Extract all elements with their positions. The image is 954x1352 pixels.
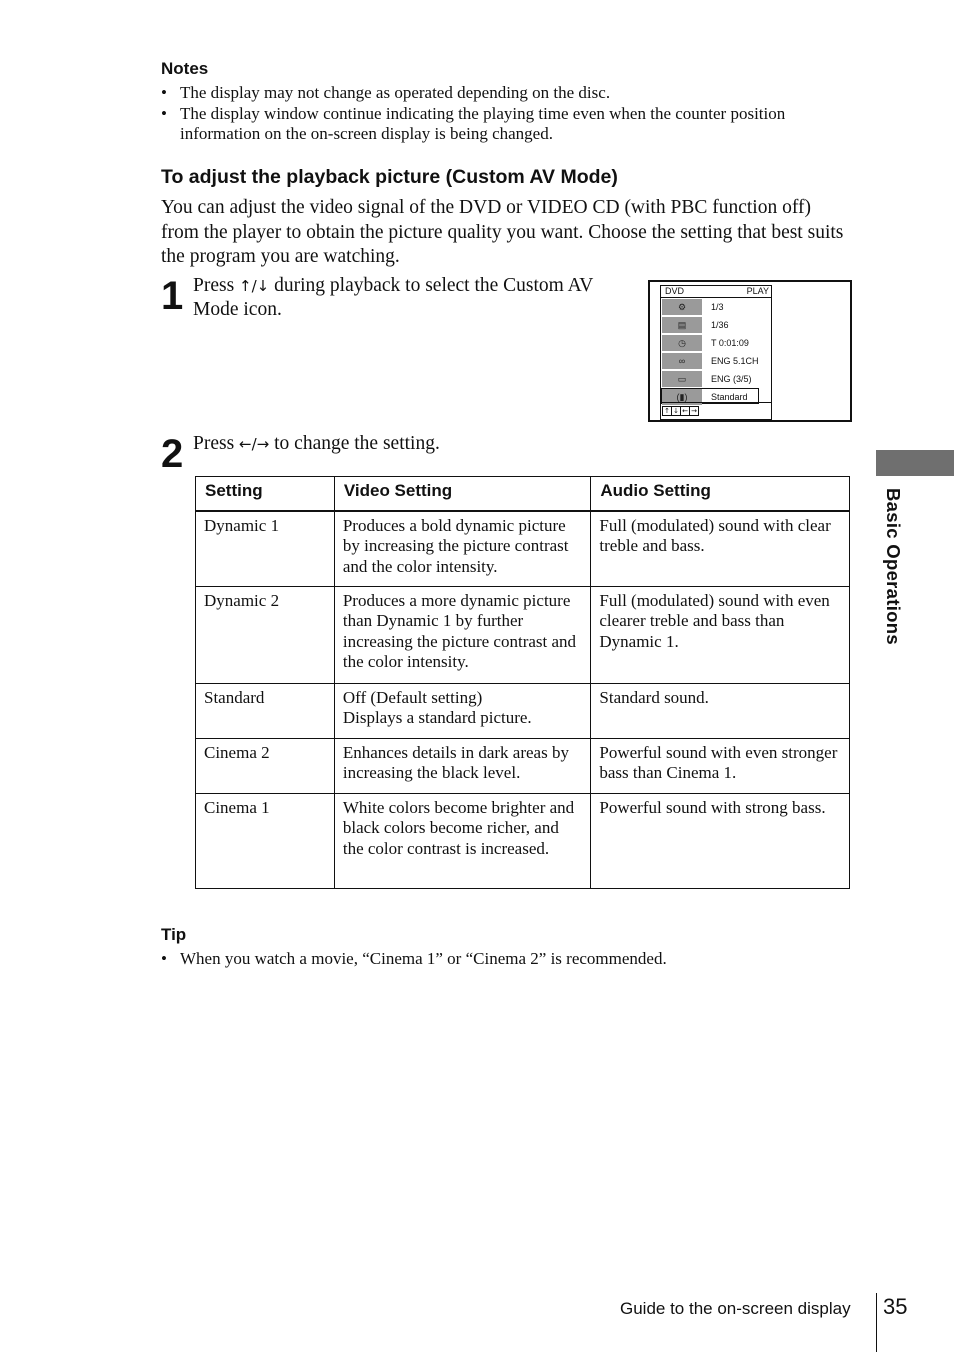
table-row: Cinema 2 Enhances details in dark areas … <box>195 737 850 794</box>
video-cell: Enhances details in dark areas by increa… <box>333 737 592 794</box>
osd-header: DVD PLAY <box>661 286 771 298</box>
left-right-arrow-icon: ←/→ <box>239 435 270 453</box>
up-arrow-icon: ↑ <box>663 407 672 415</box>
video-cell: Produces a bold dynamic picture by incre… <box>333 510 592 587</box>
osd-value: ENG 5.1CH <box>711 356 759 366</box>
chapter-tab-marker <box>876 450 954 476</box>
notes-heading: Notes <box>161 59 209 78</box>
bullet-icon: • <box>161 83 167 102</box>
title-icon: ⚙ <box>662 299 702 315</box>
subtitle-icon: ▭ <box>662 371 702 387</box>
step-text-after: to change the setting. <box>269 433 440 454</box>
left-arrow-icon: ← <box>681 407 690 415</box>
audio-cell: Full (modulated) sound with clear treble… <box>590 510 850 587</box>
audio-cell: Powerful sound with strong bass. <box>590 792 850 889</box>
tip-list: • When you watch a movie, “Cinema 1” or “… <box>161 949 841 970</box>
footer-section-title: Guide to the on-screen display <box>620 1299 851 1318</box>
table-header-row: Setting Video Setting Audio Setting <box>195 476 850 511</box>
table-row: Cinema 1 White colors become brighter an… <box>195 792 850 889</box>
table-row: Standard Off (Default setting) Displays a… <box>195 682 850 739</box>
audio-icon: ∞ <box>662 353 702 369</box>
audio-cell: Full (modulated) sound with even clearer… <box>590 585 850 684</box>
section-title: To adjust the playback picture (Custom A… <box>161 166 618 188</box>
video-cell: Produces a more dynamic picture than Dyn… <box>333 585 592 684</box>
step-instruction: Press ←/→ to change the setting. <box>193 432 633 456</box>
step-text-before: Press <box>193 433 240 454</box>
column-header-audio: Audio Setting <box>590 476 850 511</box>
tip-heading: Tip <box>161 925 187 944</box>
audio-cell: Standard sound. <box>590 682 850 739</box>
step-instruction: Press ↑/↓ during playback to select the … <box>193 274 633 322</box>
setting-cell: Cinema 2 <box>195 737 335 794</box>
osd-disc-type: DVD <box>665 286 685 296</box>
footer-divider <box>876 1293 877 1352</box>
page-number: 35 <box>883 1294 908 1319</box>
osd-row-title: ⚙ 1/3 <box>661 298 771 316</box>
osd-arrow-keys: ↑ ↓ ← → <box>662 406 699 416</box>
intro-paragraph: You can adjust the video signal of the D… <box>161 197 844 267</box>
audio-cell: Powerful sound with even stronger bass t… <box>590 737 850 794</box>
video-line: Displays a standard picture. <box>342 708 532 727</box>
setting-cell: Cinema 1 <box>195 792 335 889</box>
tip-text: When you watch a movie, “Cinema 1” or “C… <box>180 949 667 968</box>
custom-av-mode-table: Setting Video Setting Audio Setting Dyna… <box>195 476 850 889</box>
chapter-tab-label: Basic Operations <box>883 488 904 645</box>
setting-cell: Standard <box>195 682 335 739</box>
column-header-video: Video Setting <box>333 476 592 511</box>
video-cell: White colors become brighter and black c… <box>333 792 592 889</box>
table-row: Dynamic 1 Produces a bold dynamic pictur… <box>195 510 850 587</box>
video-line: Off (Default setting) <box>342 687 483 707</box>
right-arrow-icon: → <box>691 407 697 415</box>
chapter-icon: ▤ <box>662 317 702 333</box>
clock-icon: ◷ <box>662 335 702 351</box>
tip-item: • When you watch a movie, “Cinema 1” or “… <box>161 949 841 970</box>
osd-row-chapter: ▤ 1/36 <box>661 316 771 334</box>
note-item: • The display window continue indicating … <box>161 104 841 145</box>
down-arrow-icon: ↓ <box>672 407 681 415</box>
osd-value: T 0:01:09 <box>711 338 749 348</box>
table-row: Dynamic 2 Produces a more dynamic pictur… <box>195 585 850 684</box>
up-down-arrow-icon: ↑/↓ <box>239 277 270 295</box>
bullet-icon: • <box>161 949 167 968</box>
osd-value: 1/3 <box>711 302 724 312</box>
video-cell: Off (Default setting) Displays a standard… <box>333 682 592 739</box>
note-item: • The display may not change as operated … <box>161 83 841 104</box>
osd-control-bar: DVD PLAY ⚙ 1/3 ▤ 1/36 ◷ T 0:01:09 ∞ ENG … <box>660 285 772 420</box>
osd-row-time: ◷ T 0:01:09 <box>661 334 771 352</box>
osd-footer: ↑ ↓ ← → <box>661 402 771 419</box>
note-text: The display may not change as operated d… <box>180 83 611 102</box>
osd-value: 1/36 <box>711 320 729 330</box>
osd-play-status: PLAY <box>746 286 769 296</box>
setting-cell: Dynamic 1 <box>195 510 335 587</box>
bullet-icon: • <box>161 103 167 123</box>
column-header-setting: Setting <box>195 476 335 511</box>
step-number: 1 <box>161 274 184 318</box>
on-screen-display-illustration: DVD PLAY ⚙ 1/3 ▤ 1/36 ◷ T 0:01:09 ∞ ENG … <box>648 280 852 422</box>
osd-row-audio: ∞ ENG 5.1CH <box>661 352 771 370</box>
note-text: The display window continue indicating t… <box>180 103 786 144</box>
step-text-before: Press <box>193 275 240 296</box>
setting-cell: Dynamic 2 <box>195 585 335 684</box>
osd-row-subtitle: ▭ ENG (3/5) <box>661 370 771 388</box>
osd-value: ENG (3/5) <box>711 374 752 384</box>
step-number: 2 <box>161 432 184 476</box>
notes-list: • The display may not change as operated … <box>161 83 841 145</box>
